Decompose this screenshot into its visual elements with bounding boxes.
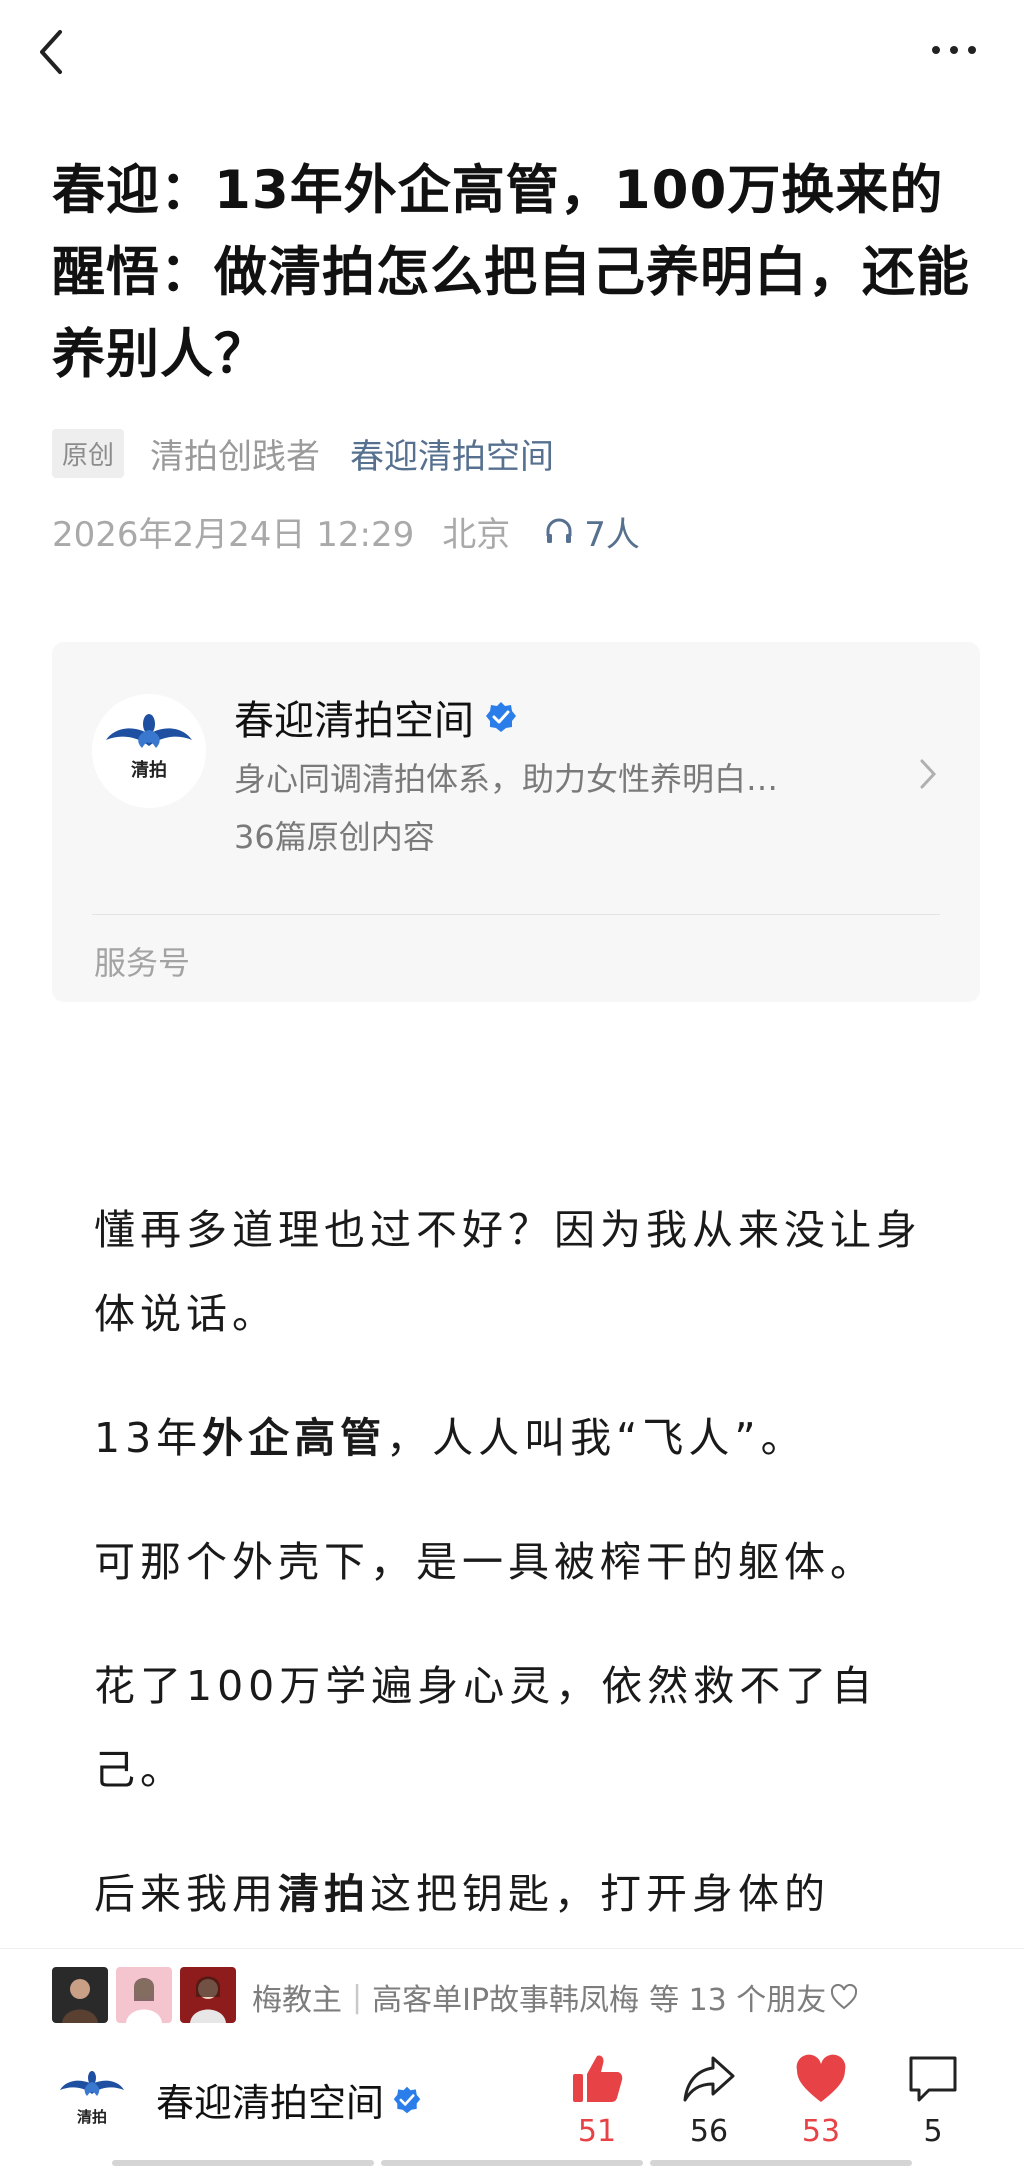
share-button[interactable]: 56 [664,2052,754,2149]
paragraph: 13年外企高管，人人叫我“飞人”。 [94,1414,807,1462]
verified-icon [393,2086,421,2113]
bottom-account-name[interactable]: 春迎清拍空间 [156,2072,422,2127]
account-logo-small[interactable]: 清拍 [52,2066,132,2136]
account-description: 身心同调清拍体系，助力女性养明白… [234,760,779,798]
heart-outline-icon [831,1984,858,2010]
more-button[interactable] [924,28,984,72]
thumbs-up-icon [573,2055,623,2102]
listener-count: 7人 [584,514,640,555]
more-dots-icon [932,46,976,54]
account-card[interactable]: 清拍 春迎清拍空间 身心同调清拍体系，助力女性养明白… 36篇原创内容 服务号 [52,642,980,1002]
love-button[interactable]: 53 [776,2052,866,2149]
paragraph: 后来我用清拍这把钥匙，打开身体的 [94,1870,830,1918]
article-title: 春迎：13年外企高管，100万换来的醒悟：做清拍怎么把自己养明白，还能养别人？ [52,160,970,385]
comment-icon [909,2056,957,2102]
article-meta: 原创 清拍创践者 春迎清拍空间 [52,428,554,478]
publish-date: 2026年2月24日 12:29 [52,514,415,555]
account-type: 服务号 [94,944,191,982]
account-name: 春迎清拍空间 [234,688,518,746]
chevron-left-icon [40,30,62,74]
author-name[interactable]: 清拍创践者 [150,429,320,478]
page-indicator [112,2160,912,2166]
listen-button[interactable]: 7人 [544,507,640,556]
paragraph: 懂再多道理也过不好？因为我从来没让身体说话。 [94,1206,922,1338]
paragraph: 花了100万学遍身心灵，依然救不了自己。 [94,1662,878,1794]
article-body: 懂再多道理也过不好？因为我从来没让身体说话。 13年外企高管，人人叫我“飞人”。… [94,1188,954,1976]
avatar [116,1967,172,2023]
paragraph: 可那个外壳下，是一具被榨干的躯体。 [94,1538,876,1586]
comment-count: 5 [923,2114,943,2149]
share-count: 56 [689,2114,729,2149]
svg-text:清拍: 清拍 [77,2108,107,2126]
svg-text:清拍: 清拍 [131,759,167,781]
top-bar [0,0,1024,110]
friends-text: 梅教主 | 高客单IP故事韩凤梅 等 13 个朋友 [252,1975,858,2019]
account-article-count: 36篇原创内容 [234,818,435,856]
avatar [180,1967,236,2023]
share-arrow-icon [683,2056,735,2102]
chevron-right-icon [920,759,937,789]
account-link[interactable]: 春迎清拍空间 [350,429,554,478]
publish-location: 北京 [442,514,511,555]
headphones-icon [546,518,572,543]
avatar [52,1967,108,2023]
divider [92,914,940,915]
comment-button[interactable]: 5 [888,2052,978,2149]
friend-avatars [52,1967,244,2023]
verified-icon [486,702,516,732]
account-logo: 清拍 [92,694,206,808]
bottom-bar: 清拍 春迎清拍空间 51 56 53 5 [0,2050,1024,2172]
like-button[interactable]: 51 [552,2052,642,2149]
publish-meta: 2026年2月24日 12:29 北京 7人 [52,506,640,556]
back-button[interactable] [30,22,74,82]
original-tag: 原创 [52,428,125,478]
love-count: 53 [801,2114,841,2149]
like-count: 51 [577,2114,617,2149]
heart-icon [796,2054,846,2102]
